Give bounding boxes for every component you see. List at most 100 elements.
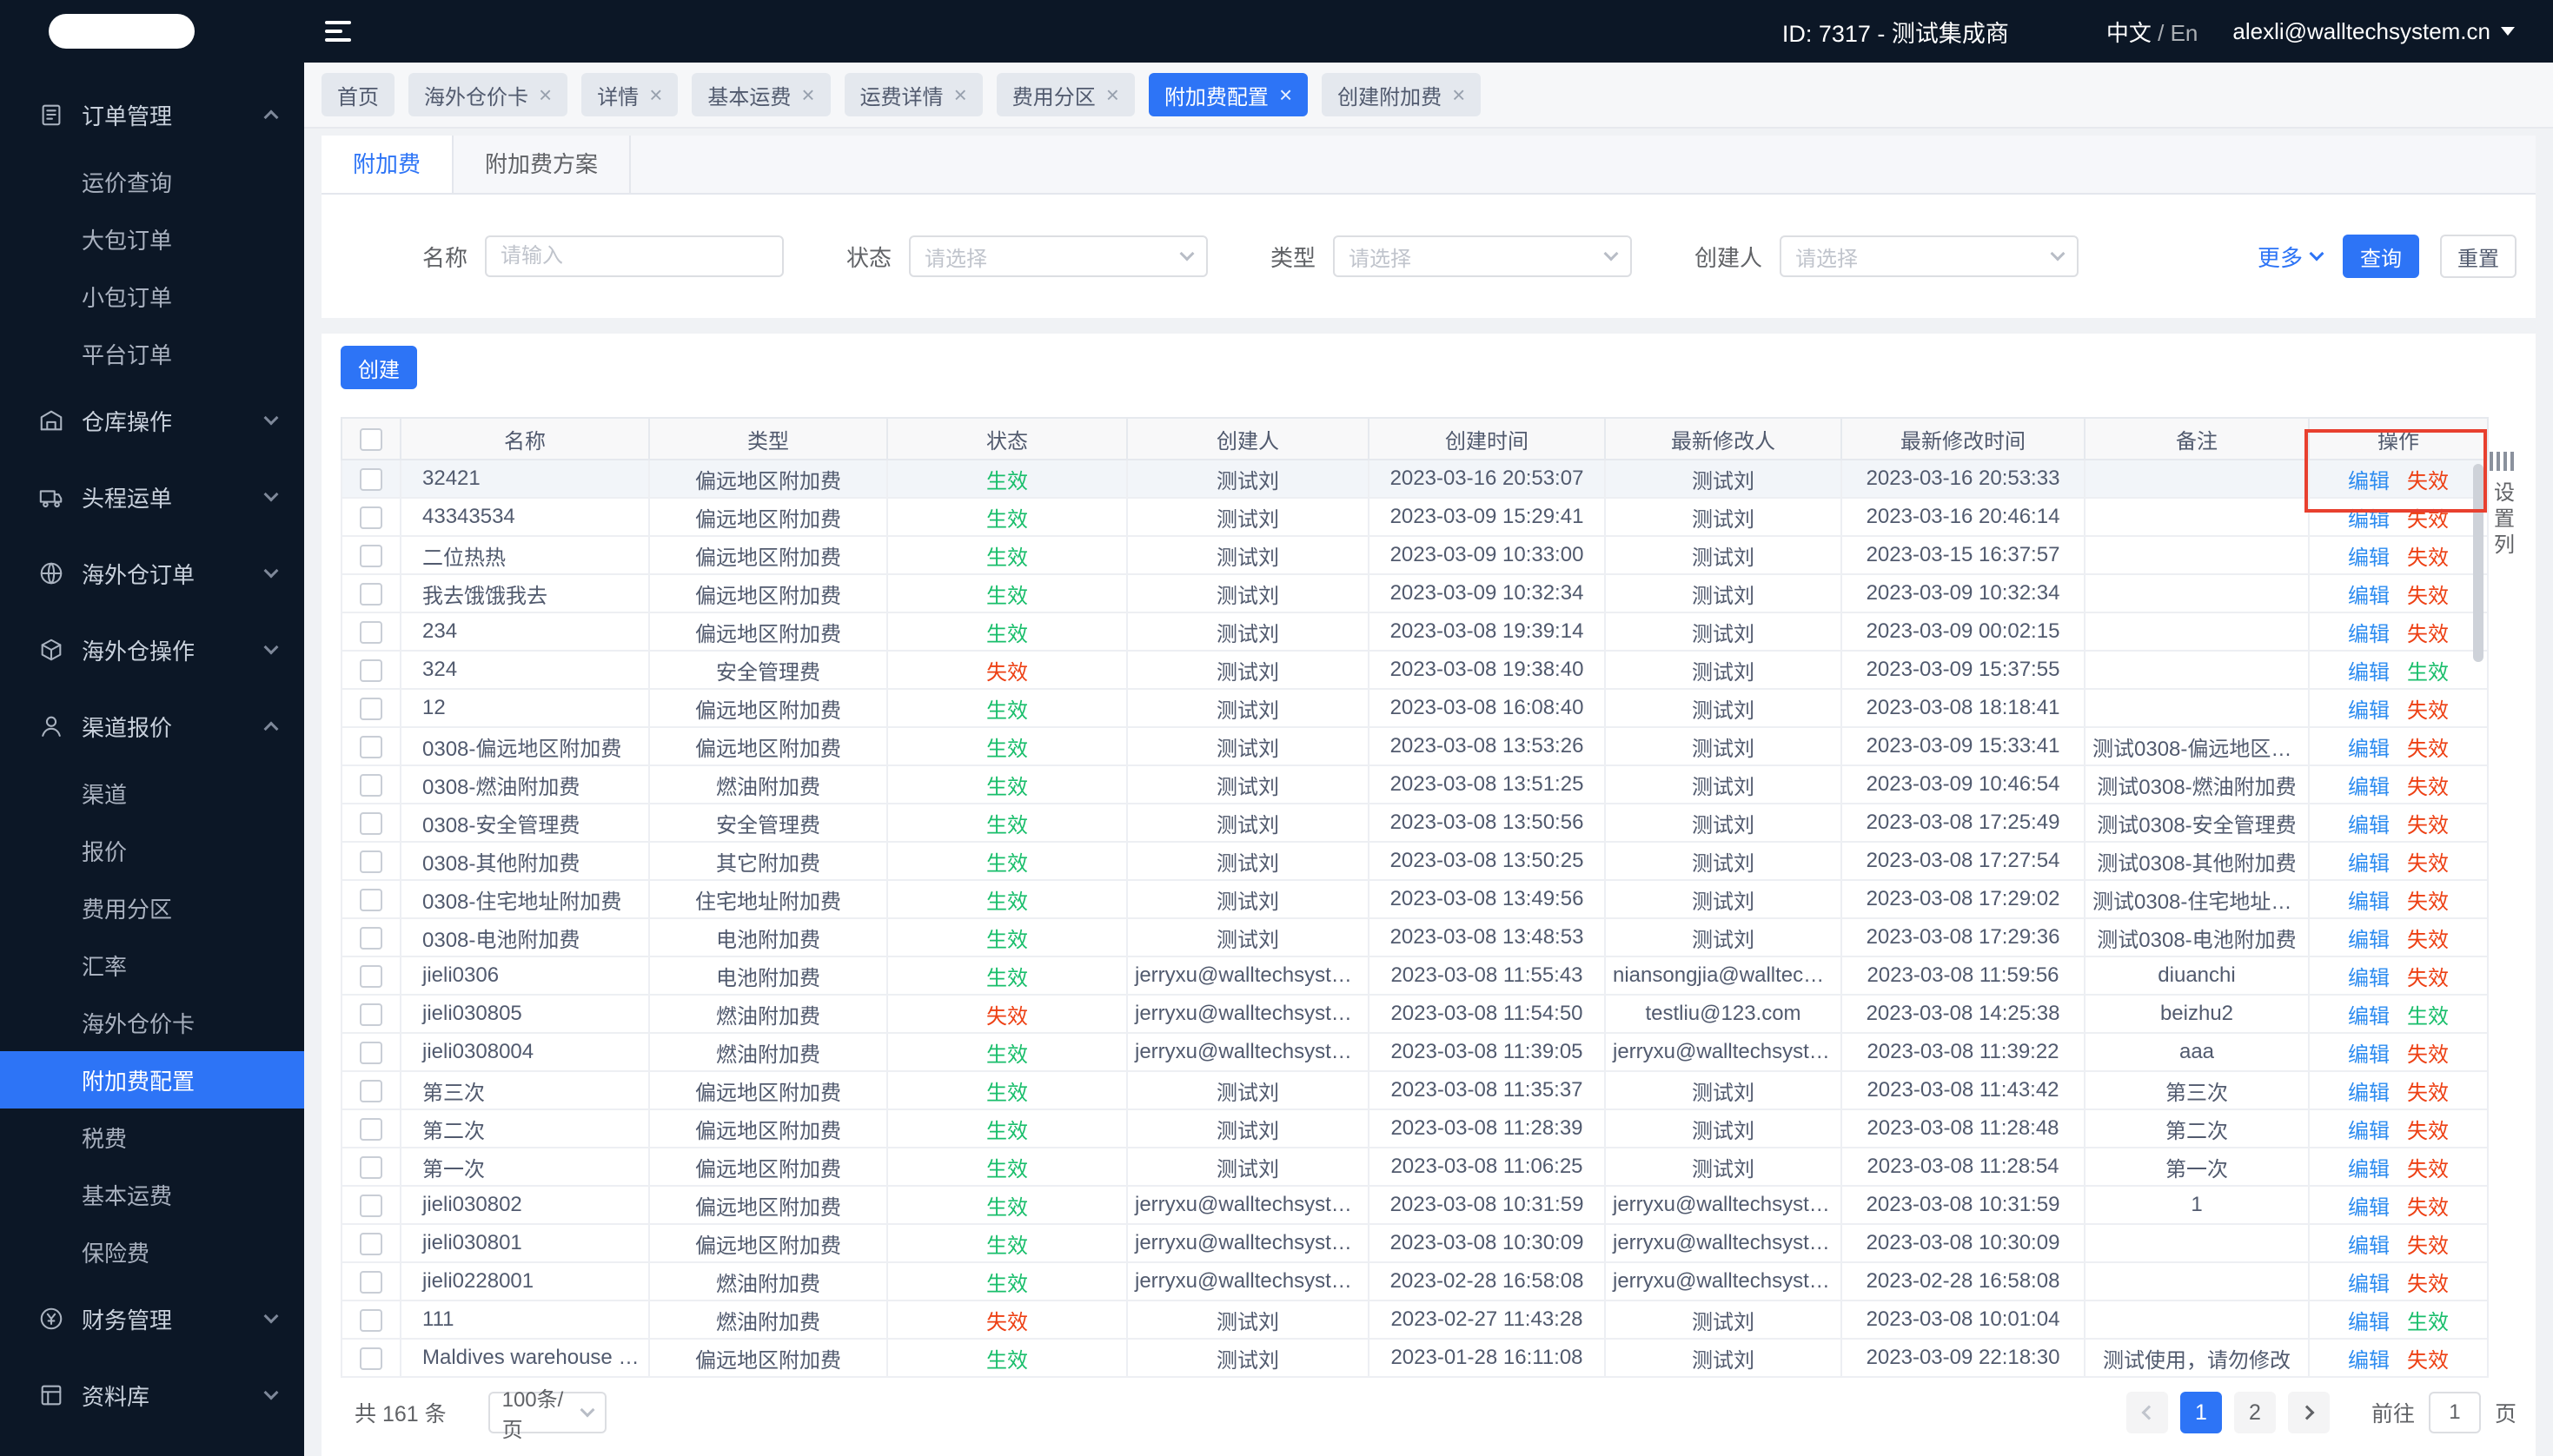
open-tab-4[interactable]: 运费详情 ×	[844, 73, 983, 116]
edit-link[interactable]: 编辑	[2348, 623, 2390, 646]
toggle-status-link[interactable]: 失效	[2407, 623, 2449, 646]
edit-link[interactable]: 编辑	[2348, 508, 2390, 532]
filter-select-1[interactable]: 请选择	[909, 235, 1209, 277]
edit-link[interactable]: 编辑	[2348, 546, 2390, 570]
open-tab-0[interactable]: 首页	[322, 73, 395, 116]
row-checkbox[interactable]	[360, 1117, 382, 1141]
table-scrollbar-thumb[interactable]	[2473, 464, 2483, 662]
goto-page-input[interactable]	[2428, 1392, 2481, 1433]
toggle-status-link[interactable]: 失效	[2407, 776, 2449, 799]
open-tab-1[interactable]: 海外仓价卡 ×	[408, 73, 568, 116]
toggle-status-link[interactable]: 生效	[2407, 661, 2449, 685]
row-checkbox[interactable]	[360, 620, 382, 644]
edit-link[interactable]: 编辑	[2348, 1311, 2390, 1334]
edit-link[interactable]: 编辑	[2348, 1158, 2390, 1181]
column-settings-control[interactable]: 设置列	[2487, 417, 2517, 1378]
sidebar-item-5-0[interactable]: 渠道	[0, 764, 304, 822]
close-icon[interactable]: ×	[954, 83, 967, 106]
toggle-status-link[interactable]: 失效	[2407, 814, 2449, 837]
create-button[interactable]: 创建	[341, 346, 417, 389]
subtab-1[interactable]: 附加费方案	[454, 136, 632, 193]
toggle-status-link[interactable]: 失效	[2407, 585, 2449, 608]
language-switcher[interactable]: 中文 / En	[2106, 16, 2198, 48]
edit-link[interactable]: 编辑	[2348, 1273, 2390, 1296]
row-checkbox[interactable]	[360, 964, 382, 988]
toggle-status-link[interactable]: 生效	[2407, 1005, 2449, 1029]
more-filters-link[interactable]: 更多	[2258, 241, 2324, 273]
row-checkbox[interactable]	[360, 544, 382, 567]
close-icon[interactable]: ×	[1106, 83, 1119, 106]
row-checkbox[interactable]	[360, 888, 382, 911]
row-checkbox[interactable]	[360, 1041, 382, 1064]
sidebar-group-7[interactable]: 资料库	[0, 1357, 304, 1433]
toggle-status-link[interactable]: 失效	[2407, 738, 2449, 761]
open-tab-7[interactable]: 创建附加费 ×	[1322, 73, 1482, 116]
sidebar-item-5-6[interactable]: 税费	[0, 1109, 304, 1166]
row-checkbox[interactable]	[360, 773, 382, 797]
edit-link[interactable]: 编辑	[2348, 852, 2390, 876]
edit-link[interactable]: 编辑	[2348, 967, 2390, 990]
sidebar-item-0-0[interactable]: 运价查询	[0, 153, 304, 210]
sidebar-item-5-8[interactable]: 保险费	[0, 1223, 304, 1281]
row-checkbox[interactable]	[360, 850, 382, 873]
toggle-status-link[interactable]: 失效	[2407, 929, 2449, 952]
toggle-status-link[interactable]: 失效	[2407, 1158, 2449, 1181]
edit-link[interactable]: 编辑	[2348, 1196, 2390, 1220]
sidebar-group-1[interactable]: 仓库操作	[0, 382, 304, 459]
sidebar-item-5-1[interactable]: 报价	[0, 822, 304, 879]
close-icon[interactable]: ×	[539, 83, 552, 106]
collapse-sidebar-button[interactable]	[325, 21, 351, 42]
lang-zh-label[interactable]: 中文	[2106, 20, 2152, 46]
row-checkbox[interactable]	[360, 506, 382, 529]
toggle-status-link[interactable]: 失效	[2407, 1234, 2449, 1258]
row-checkbox[interactable]	[360, 659, 382, 682]
close-icon[interactable]: ×	[801, 83, 814, 106]
prev-page-button[interactable]	[2125, 1392, 2168, 1433]
page-button-1[interactable]: 1	[2179, 1392, 2222, 1433]
close-icon[interactable]: ×	[649, 83, 662, 106]
edit-link[interactable]: 编辑	[2348, 776, 2390, 799]
sidebar-item-5-5[interactable]: 附加费配置	[0, 1051, 304, 1109]
toggle-status-link[interactable]: 失效	[2407, 508, 2449, 532]
edit-link[interactable]: 编辑	[2348, 1043, 2390, 1067]
close-icon[interactable]: ×	[1452, 83, 1465, 106]
sidebar-group-4[interactable]: 海外仓操作	[0, 612, 304, 688]
sidebar-item-0-2[interactable]: 小包订单	[0, 268, 304, 325]
select-all-checkbox[interactable]	[360, 427, 382, 451]
row-checkbox[interactable]	[360, 1232, 382, 1255]
row-checkbox[interactable]	[360, 467, 382, 491]
toggle-status-link[interactable]: 失效	[2407, 1196, 2449, 1220]
row-checkbox[interactable]	[360, 811, 382, 835]
sidebar-item-0-3[interactable]: 平台订单	[0, 325, 304, 382]
subtab-0[interactable]: 附加费	[322, 136, 454, 193]
sidebar-group-6[interactable]: 财务管理	[0, 1281, 304, 1357]
edit-link[interactable]: 编辑	[2348, 661, 2390, 685]
sidebar-item-5-7[interactable]: 基本运费	[0, 1166, 304, 1223]
filter-input-0[interactable]	[485, 235, 785, 277]
row-checkbox[interactable]	[360, 1270, 382, 1294]
page-button-2[interactable]: 2	[2233, 1392, 2276, 1433]
edit-link[interactable]: 编辑	[2348, 1082, 2390, 1105]
row-checkbox[interactable]	[360, 735, 382, 758]
sidebar-item-5-2[interactable]: 费用分区	[0, 879, 304, 936]
toggle-status-link[interactable]: 失效	[2407, 1349, 2449, 1373]
toggle-status-link[interactable]: 失效	[2407, 1273, 2449, 1296]
row-checkbox[interactable]	[360, 1079, 382, 1102]
row-checkbox[interactable]	[360, 926, 382, 950]
sidebar-group-3[interactable]: 海外仓订单	[0, 535, 304, 612]
reset-button[interactable]: 重置	[2440, 235, 2517, 278]
row-checkbox[interactable]	[360, 582, 382, 606]
sidebar-item-0-1[interactable]: 大包订单	[0, 210, 304, 268]
sidebar-group-5[interactable]: 渠道报价	[0, 688, 304, 764]
sidebar-group-2[interactable]: 头程运单	[0, 459, 304, 535]
lang-en-label[interactable]: / En	[2158, 20, 2198, 46]
open-tab-6[interactable]: 附加费配置 ×	[1148, 73, 1309, 116]
toggle-status-link[interactable]: 失效	[2407, 546, 2449, 570]
sidebar-group-8[interactable]: 系统日志	[0, 1433, 304, 1456]
edit-link[interactable]: 编辑	[2348, 1234, 2390, 1258]
row-checkbox[interactable]	[360, 1003, 382, 1026]
sidebar-item-5-4[interactable]: 海外仓价卡	[0, 994, 304, 1051]
filter-select-3[interactable]: 请选择	[1780, 235, 2079, 277]
search-button[interactable]: 查询	[2343, 235, 2419, 278]
toggle-status-link[interactable]: 失效	[2407, 1043, 2449, 1067]
